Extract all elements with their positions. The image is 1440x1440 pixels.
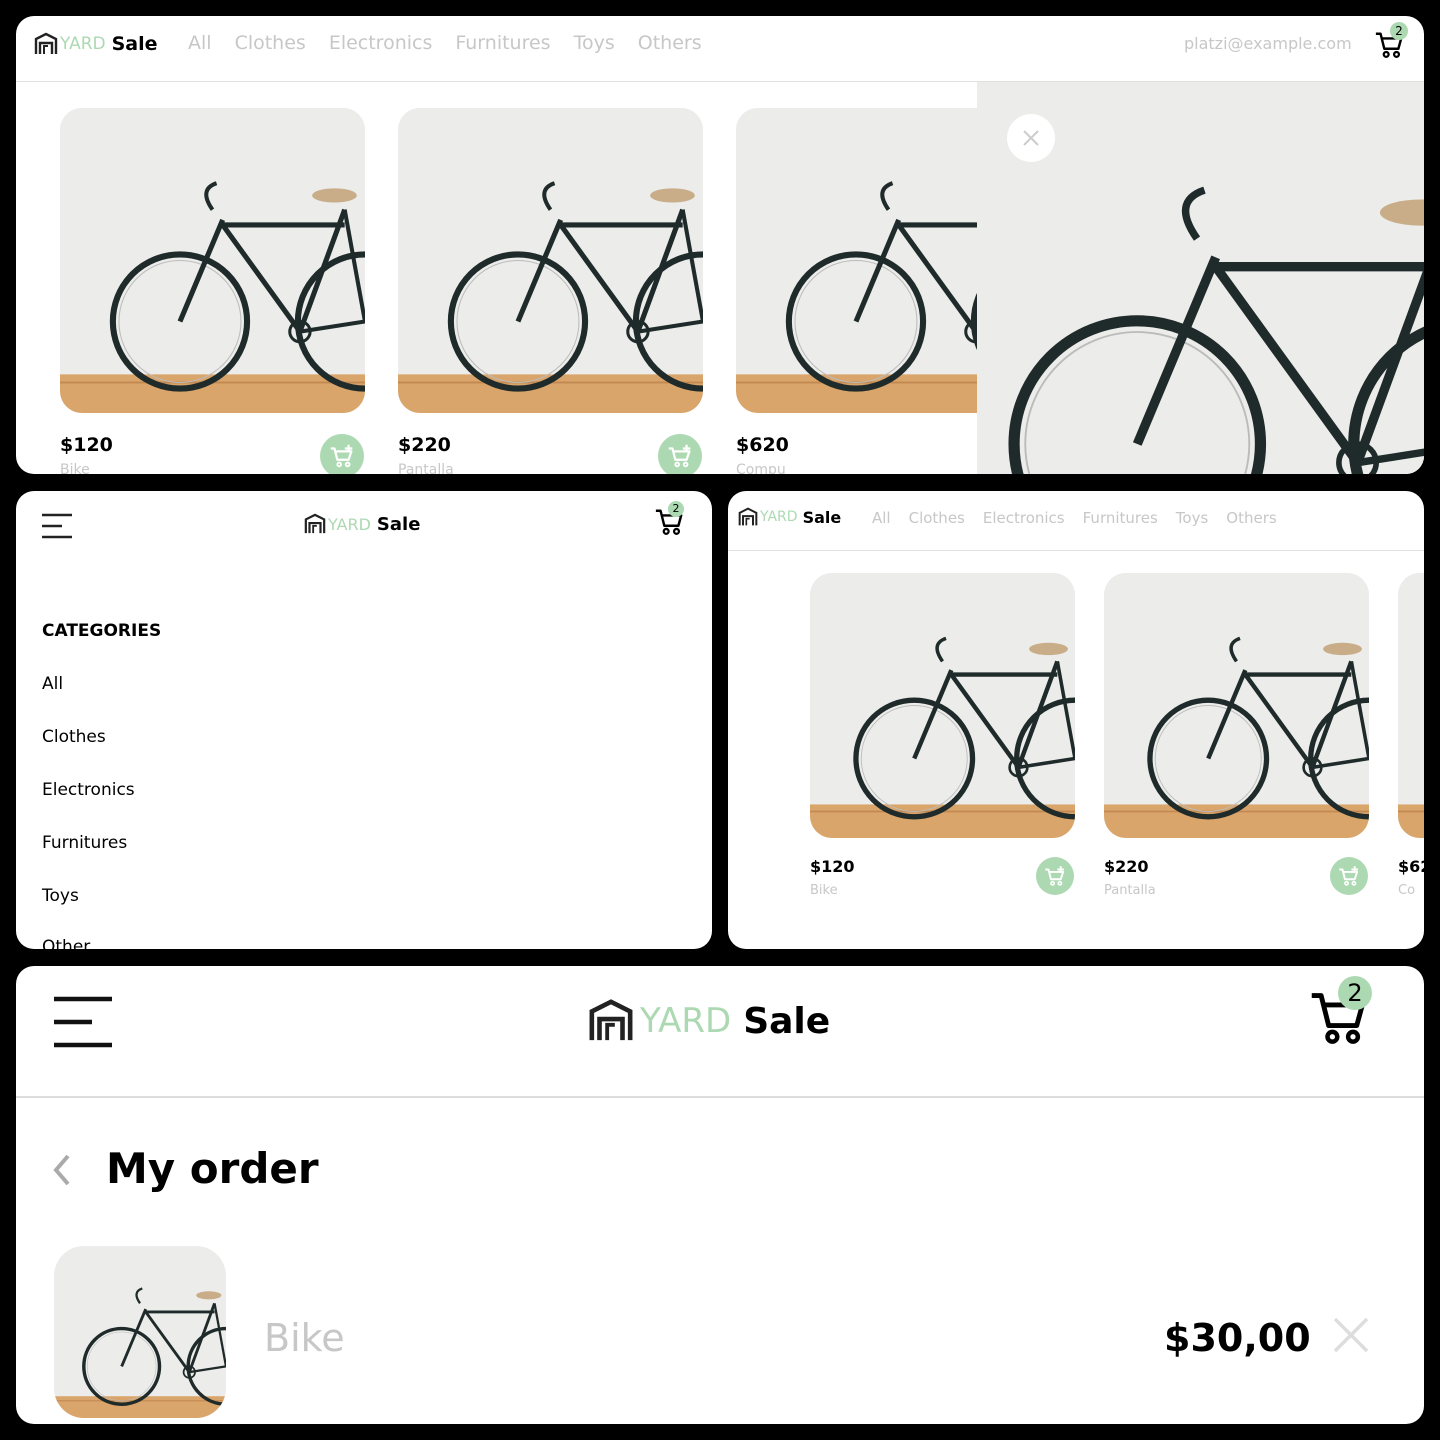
cart-button[interactable]: 2 — [1308, 976, 1372, 1048]
cart-badge: 2 — [1338, 976, 1372, 1010]
close-icon — [1333, 1317, 1369, 1353]
house-logo-icon — [738, 507, 758, 527]
product-detail-panel — [977, 82, 1424, 474]
cart-badge: 2 — [668, 501, 684, 517]
nav-link-clothes[interactable]: Clothes — [909, 509, 965, 527]
cart-badge: 2 — [1390, 22, 1408, 40]
tablet-view-panel: YARD Sale All Clothes Electronics Furnit… — [728, 491, 1424, 949]
navbar: YARD Sale All Clothes Electronics Furnit… — [728, 491, 1424, 551]
logo[interactable]: YARD Sale — [738, 507, 841, 527]
logo-yard-text: YARD — [60, 34, 106, 54]
add-to-cart-button[interactable] — [1036, 857, 1074, 895]
add-to-cart-button[interactable] — [1330, 857, 1368, 895]
nav-links: All Clothes Electronics Furnitures Toys … — [872, 509, 1277, 527]
menu-item-toys[interactable]: Toys — [42, 886, 79, 906]
nav-link-all[interactable]: All — [872, 509, 891, 527]
nav-link-toys[interactable]: Toys — [1176, 509, 1208, 527]
desktop-view-panel: YARD Sale All Clothes Electronics Furnit… — [16, 16, 1424, 474]
remove-item-button[interactable] — [1332, 1316, 1370, 1358]
add-to-cart-icon — [1042, 863, 1068, 889]
product-price: $620 — [736, 434, 789, 456]
product-image[interactable] — [60, 108, 365, 413]
product-card[interactable]: $120 Bike — [60, 108, 365, 474]
logo[interactable]: YARD Sale — [588, 998, 830, 1044]
logo-sale-text: Sale — [743, 1000, 831, 1042]
product-name: Pantalla — [1104, 883, 1156, 898]
product-name: Co — [1398, 883, 1416, 898]
categories-heading: CATEGORIES — [42, 621, 162, 641]
product-card[interactable]: $120 Bike — [810, 573, 1075, 898]
my-order-panel: YARD Sale 2 My order Bike $30,00 — [16, 966, 1424, 1424]
product-name: Compu — [736, 462, 786, 474]
product-name: Pantalla — [398, 462, 454, 474]
menu-item-all[interactable]: All — [42, 674, 63, 694]
add-to-cart-icon — [1336, 863, 1362, 889]
nav-link-all[interactable]: All — [188, 32, 212, 54]
logo-sale-text: Sale — [111, 33, 158, 55]
menu-item-clothes[interactable]: Clothes — [42, 727, 106, 747]
product-image[interactable] — [1104, 573, 1369, 838]
logo[interactable]: YARD Sale — [304, 513, 420, 535]
product-image[interactable] — [810, 573, 1075, 838]
user-email[interactable]: platzi@example.com — [1184, 34, 1352, 53]
product-name: Bike — [60, 462, 90, 474]
add-to-cart-icon — [327, 441, 357, 471]
mobile-menu-panel: YARD Sale 2 CATEGORIES All Clothes Elect… — [16, 491, 712, 949]
product-card[interactable]: $220 Pantalla — [1104, 573, 1369, 898]
logo-yard-text: YARD — [760, 509, 798, 525]
menu-icon — [54, 996, 112, 1048]
order-item-image — [54, 1246, 226, 1418]
product-price: $220 — [1104, 857, 1149, 876]
nav-link-electronics[interactable]: Electronics — [329, 32, 433, 54]
product-image[interactable] — [1398, 573, 1424, 838]
add-to-cart-button[interactable] — [320, 434, 364, 474]
menu-item-other[interactable]: Other — [42, 937, 90, 949]
logo[interactable]: YARD Sale — [34, 32, 158, 56]
back-button[interactable] — [52, 1152, 72, 1192]
add-to-cart-button[interactable] — [658, 434, 702, 474]
product-card[interactable]: $62 Co — [1398, 573, 1424, 898]
product-price: $120 — [60, 434, 113, 456]
close-icon — [1023, 130, 1039, 146]
product-price: $120 — [810, 857, 855, 876]
cart-button[interactable]: 2 — [654, 501, 686, 539]
page-title: My order — [106, 1144, 319, 1193]
mobile-header: YARD Sale 2 — [16, 966, 1424, 1098]
add-to-cart-icon — [665, 441, 695, 471]
logo-sale-text: Sale — [802, 507, 842, 527]
logo-yard-text: YARD — [640, 1001, 732, 1041]
order-item-name: Bike — [264, 1316, 345, 1360]
menu-item-furnitures[interactable]: Furnitures — [42, 833, 127, 853]
house-logo-icon — [304, 513, 326, 535]
close-detail-button[interactable] — [1007, 114, 1055, 162]
nav-link-furnitures[interactable]: Furnitures — [1083, 509, 1158, 527]
nav-link-clothes[interactable]: Clothes — [235, 32, 306, 54]
product-price: $220 — [398, 434, 451, 456]
nav-link-others[interactable]: Others — [638, 32, 702, 54]
logo-sale-text: Sale — [376, 513, 421, 535]
product-card[interactable]: $220 Pantalla — [398, 108, 703, 474]
logo-yard-text: YARD — [328, 514, 371, 534]
house-logo-icon — [34, 32, 58, 56]
order-item-price: $30,00 — [1164, 1316, 1311, 1360]
menu-item-electronics[interactable]: Electronics — [42, 780, 135, 800]
menu-icon — [42, 513, 72, 539]
hamburger-menu-button[interactable] — [52, 996, 116, 1048]
nav-link-furnitures[interactable]: Furnitures — [455, 32, 550, 54]
house-logo-icon — [588, 998, 634, 1044]
product-price: $62 — [1398, 857, 1424, 876]
nav-link-electronics[interactable]: Electronics — [983, 509, 1065, 527]
chevron-left-icon — [53, 1154, 70, 1186]
product-image[interactable] — [398, 108, 703, 413]
nav-links: All Clothes Electronics Furnitures Toys … — [188, 32, 702, 54]
nav-link-others[interactable]: Others — [1226, 509, 1276, 527]
navbar: YARD Sale All Clothes Electronics Furnit… — [16, 16, 1424, 82]
hamburger-menu-button[interactable] — [42, 513, 74, 539]
cart-button[interactable]: 2 — [1374, 22, 1408, 62]
product-name: Bike — [810, 883, 838, 898]
nav-link-toys[interactable]: Toys — [574, 32, 615, 54]
